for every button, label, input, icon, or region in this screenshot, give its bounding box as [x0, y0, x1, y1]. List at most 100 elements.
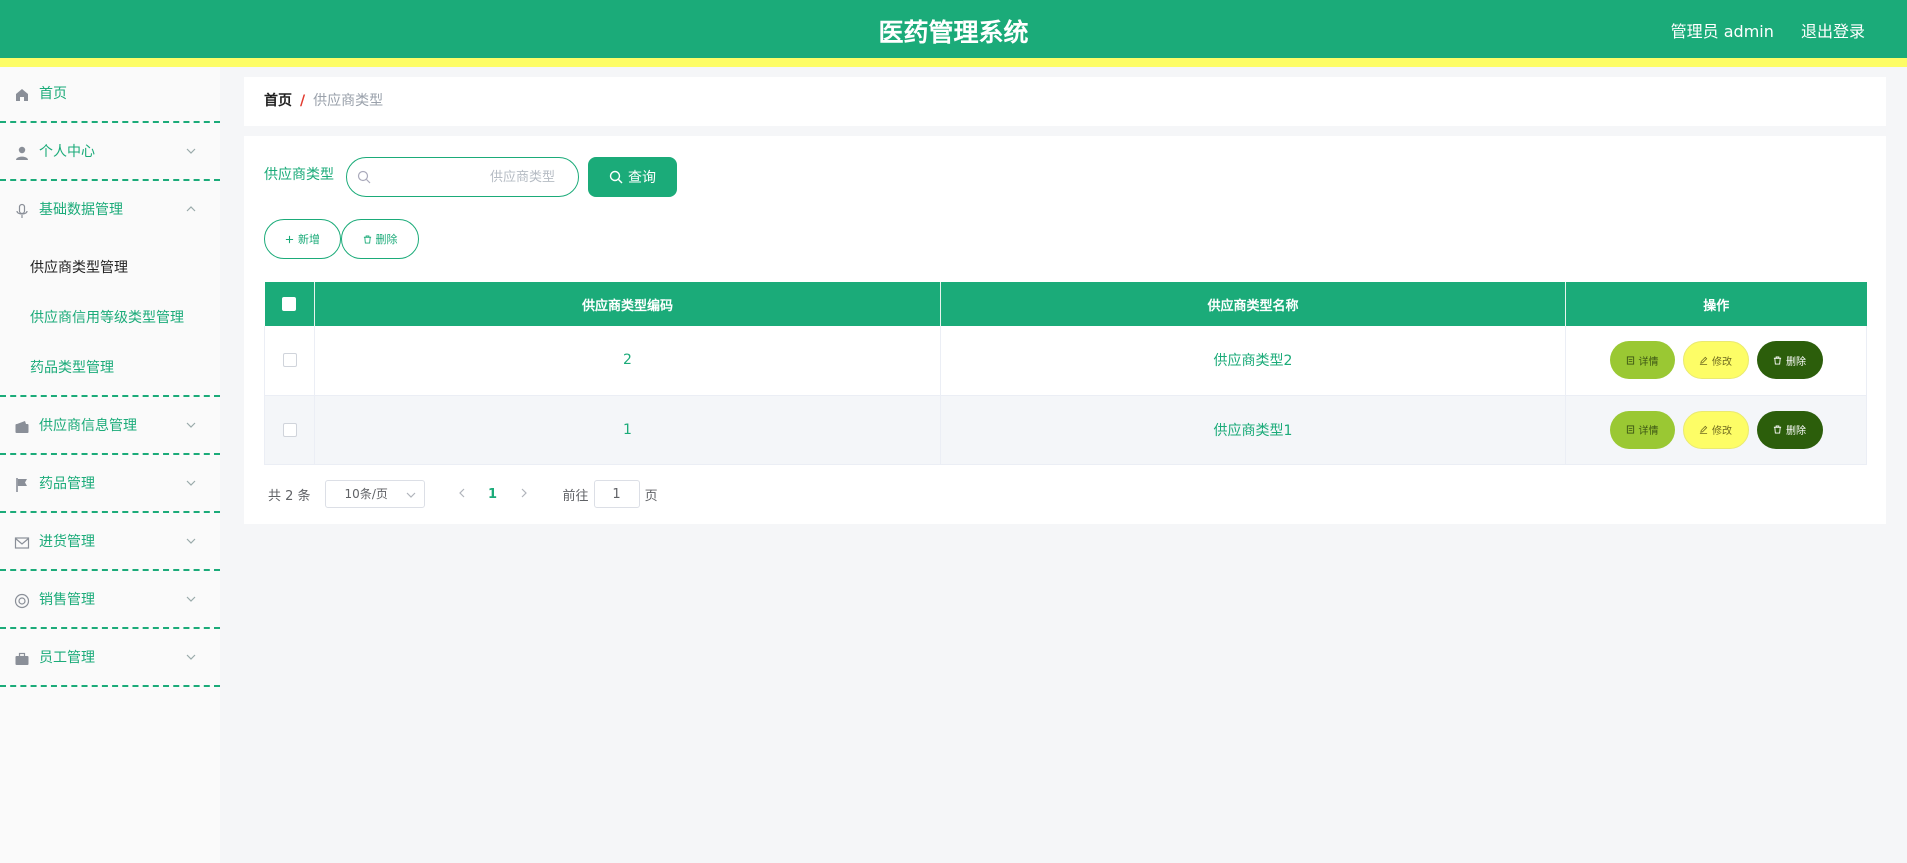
prev-page-button[interactable]	[447, 487, 477, 502]
query-button-label: 查询	[628, 170, 656, 186]
wallet-icon	[15, 421, 29, 433]
sidebar: 首页 个人中心 基础数据管理 供应商类型管理 供应商信用等级类型管理 药品类型管…	[0, 67, 220, 863]
flag-icon	[16, 478, 27, 492]
add-button[interactable]: 新增	[264, 219, 341, 259]
search-input[interactable]	[377, 160, 567, 194]
breadcrumb-separator: /	[300, 93, 306, 109]
row-checkbox[interactable]	[282, 422, 297, 437]
sidebar-subitem-supplier-type[interactable]: 供应商类型管理	[0, 243, 220, 293]
search-box	[346, 157, 579, 197]
chevron-right-icon	[521, 488, 527, 497]
detail-button-label: 详情	[1638, 426, 1659, 437]
sidebar-item-staff[interactable]: 员工管理	[0, 629, 220, 687]
chevron-down-icon	[186, 654, 196, 660]
next-page-button[interactable]	[509, 487, 539, 502]
top-bar: 医药管理系统 管理员 admin 退出登录	[0, 0, 1907, 67]
row-checkbox-cell	[264, 326, 315, 396]
sidebar-item-label: 个人中心	[39, 144, 95, 160]
chevron-down-icon	[186, 480, 196, 486]
edit-button[interactable]: 修改	[1682, 410, 1749, 449]
delete-button-label: 删除	[1786, 356, 1806, 368]
cell-name: 供应商类型2	[940, 326, 1566, 396]
sidebar-item-label: 供应商信息管理	[39, 418, 137, 434]
select-all-cell[interactable]	[264, 282, 315, 326]
cell-code: 2	[314, 326, 941, 396]
goto-label: 前往	[562, 488, 589, 504]
search-label: 供应商类型	[264, 167, 334, 183]
mail-icon	[14, 537, 30, 549]
page-size-value: 10条/页	[344, 487, 388, 501]
chevron-down-icon	[186, 538, 196, 544]
edit-button[interactable]: 修改	[1682, 341, 1749, 380]
delete-button[interactable]: 删除	[1756, 410, 1823, 449]
plus-icon	[285, 235, 294, 243]
sidebar-item-label: 首页	[39, 86, 67, 102]
chevron-down-icon	[186, 148, 196, 154]
table-header-row: 供应商类型编码 供应商类型名称 操作	[264, 282, 1867, 326]
microphone-icon	[16, 203, 28, 218]
admin-user-label[interactable]: 管理员 admin	[1671, 22, 1774, 41]
goto-page-input[interactable]	[593, 480, 640, 508]
supplier-type-table: 供应商类型编码 供应商类型名称 操作 2 供应商类型2 详情 修改 删除 1 供…	[264, 282, 1867, 465]
table-row: 1 供应商类型1 详情 修改 删除	[264, 395, 1867, 465]
breadcrumb-card: 首页 / 供应商类型	[244, 77, 1886, 126]
detail-button[interactable]: 详情	[1609, 341, 1675, 380]
delete-button-label: 删除	[1786, 426, 1806, 437]
add-button-label: 新增	[298, 233, 320, 246]
main-content: 供应商类型 查询 新增 删除 供应商类型编码 供应商类型名称 操作	[244, 136, 1886, 524]
trash-icon	[1773, 425, 1782, 434]
sidebar-item-label: 销售管理	[39, 592, 95, 608]
detail-button[interactable]: 详情	[1609, 410, 1675, 449]
query-button[interactable]: 查询	[588, 157, 677, 197]
pagination-total: 共 2 条	[268, 488, 311, 504]
chevron-down-icon	[186, 422, 196, 428]
breadcrumb-current: 供应商类型	[313, 93, 384, 109]
trash-icon	[363, 234, 371, 244]
breadcrumb-home[interactable]: 首页	[264, 93, 292, 109]
batch-delete-button[interactable]: 删除	[341, 219, 419, 259]
sidebar-item-label: 药品管理	[39, 476, 95, 492]
select-all-checkbox[interactable]	[282, 297, 297, 311]
header-user-area: 管理员 admin 退出登录	[1649, 0, 1865, 58]
sidebar-item-supplier-info[interactable]: 供应商信息管理	[0, 397, 220, 455]
document-icon	[1626, 356, 1634, 365]
row-checkbox[interactable]	[282, 353, 297, 368]
pencil-icon	[1699, 356, 1708, 365]
cell-code: 1	[314, 395, 941, 465]
chevron-down-icon	[406, 492, 415, 498]
sidebar-item-basic-data[interactable]: 基础数据管理	[0, 181, 220, 239]
page-suffix-label: 页	[644, 488, 658, 504]
column-header-actions: 操作	[1565, 282, 1867, 326]
edit-button-label: 修改	[1712, 426, 1732, 437]
sidebar-item-personal[interactable]: 个人中心	[0, 123, 220, 181]
search-icon	[357, 170, 371, 184]
page-size-select[interactable]: 10条/页	[324, 480, 425, 508]
sidebar-item-drug[interactable]: 药品管理	[0, 455, 220, 513]
document-icon	[1626, 425, 1634, 434]
batch-delete-button-label: 删除	[375, 233, 398, 246]
row-actions: 详情 修改 删除	[1567, 410, 1865, 449]
logout-button[interactable]: 退出登录	[1801, 22, 1865, 41]
sidebar-subitem-credit-level-type[interactable]: 供应商信用等级类型管理	[0, 293, 220, 343]
delete-button[interactable]: 删除	[1756, 341, 1823, 380]
user-icon	[16, 146, 28, 160]
page-number-current[interactable]: 1	[477, 487, 509, 502]
cell-actions: 详情 修改 删除	[1565, 326, 1867, 396]
sidebar-item-sales[interactable]: 销售管理	[0, 571, 220, 629]
briefcase-icon	[15, 652, 29, 665]
app-title: 医药管理系统	[878, 18, 1029, 47]
search-icon	[609, 170, 623, 184]
sidebar-item-home[interactable]: 首页	[0, 67, 220, 123]
chevron-left-icon	[458, 488, 464, 497]
breadcrumb: 首页 / 供应商类型	[264, 77, 383, 126]
column-header-name: 供应商类型名称	[940, 282, 1566, 326]
table-row: 2 供应商类型2 详情 修改 删除	[264, 326, 1867, 396]
chevron-up-icon	[186, 206, 196, 212]
detail-button-label: 详情	[1638, 356, 1659, 368]
sidebar-item-purchase[interactable]: 进货管理	[0, 513, 220, 571]
sidebar-subitem-drug-type[interactable]: 药品类型管理	[0, 343, 220, 393]
cell-actions: 详情 修改 删除	[1565, 395, 1867, 465]
lifebuoy-icon	[14, 593, 30, 609]
home-icon	[16, 89, 28, 101]
column-header-code: 供应商类型编码	[314, 282, 941, 326]
